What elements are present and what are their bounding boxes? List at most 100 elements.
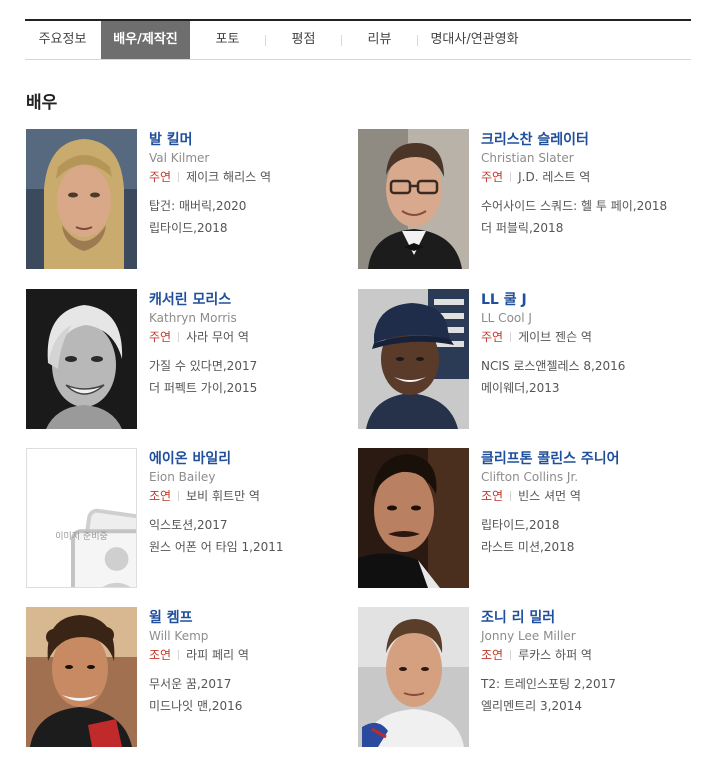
filmography-item[interactable]: 미드나잇 맨,2016 (149, 698, 359, 714)
role-divider (178, 332, 180, 342)
actor-english-name: Jonny Lee Miller (481, 629, 576, 643)
actor-english-name: Val Kilmer (149, 151, 210, 165)
photo-long-hair-man (26, 129, 137, 269)
filmography: 가질 수 있다면,2017 더 퍼펙트 가이,2015 (149, 358, 359, 396)
filmography-item[interactable]: 가질 수 있다면,2017 (149, 358, 359, 374)
actor-card: 이미지 준비중 에이온 바일리 Eion Bailey 조연 보비 휘트만 역 익… (26, 448, 356, 588)
filmography-item[interactable]: 엘리멘트리 3,2014 (481, 698, 691, 714)
role-divider (510, 491, 512, 501)
actor-photo[interactable] (358, 289, 469, 429)
tab-main-info[interactable]: 주요정보 (25, 21, 100, 59)
section-title: 배우 (26, 93, 58, 113)
actor-english-name: Clifton Collins Jr. (481, 470, 579, 484)
role-name: 빈스 셔먼 역 (518, 489, 581, 503)
photo-man-glasses-tuxedo (358, 129, 469, 269)
filmography: 무서운 꿈,2017 미드나잇 맨,2016 (149, 676, 359, 714)
role-name: 게이브 젠슨 역 (518, 330, 592, 344)
tab-cast-crew[interactable]: 배우/제작진 (101, 21, 190, 59)
photo-woman-bw (26, 289, 137, 429)
actor-role: 주연 J.D. 레스트 역 (481, 169, 691, 185)
role-type: 조연 (481, 648, 504, 662)
filmography-item[interactable]: 수어사이드 스쿼드: 헬 투 페이,2018 (481, 198, 691, 214)
tab-rating[interactable]: 평점 (266, 21, 341, 59)
actor-card: 크리스찬 슬레이터 Christian Slater 주연 J.D. 레스트 역 … (358, 129, 688, 269)
role-name: 사라 무어 역 (186, 330, 249, 344)
filmography-item[interactable]: 탑건: 매버릭,2020 (149, 198, 359, 214)
role-divider (510, 332, 512, 342)
actor-photo[interactable] (358, 129, 469, 269)
actor-card: 캐서린 모리스 Kathryn Morris 주연 사라 무어 역 가질 수 있다… (26, 289, 356, 429)
actor-card: 조니 리 밀러 Jonny Lee Miller 조연 루카스 하퍼 역 T2: … (358, 607, 688, 747)
actor-role: 조연 빈스 셔먼 역 (481, 488, 691, 504)
filmography-item[interactable]: 라스트 미션,2018 (481, 539, 691, 555)
actor-photo[interactable] (26, 607, 137, 747)
actor-card: 윌 켐프 Will Kemp 조연 라피 페리 역 무서운 꿈,2017 미드나잇… (26, 607, 356, 747)
filmography-item[interactable]: 더 퍼블릭,2018 (481, 220, 691, 236)
actor-card: 발 킬머 Val Kilmer 주연 제이크 해리스 역 탑건: 매버릭,2020… (26, 129, 356, 269)
photo-man-cap (358, 289, 469, 429)
actor-photo[interactable] (26, 289, 137, 429)
filmography-item[interactable]: 더 퍼펙트 가이,2015 (149, 380, 359, 396)
role-type: 주연 (481, 170, 504, 184)
role-name: 루카스 하퍼 역 (518, 648, 592, 662)
photo-man-mustache (358, 448, 469, 588)
role-type: 조연 (149, 489, 172, 503)
filmography: 수어사이드 스쿼드: 헬 투 페이,2018 더 퍼블릭,2018 (481, 198, 691, 236)
role-divider (178, 172, 180, 182)
actor-name[interactable]: 에이온 바일리 (149, 450, 231, 468)
photo-man-short-hair (358, 607, 469, 747)
role-type: 주연 (149, 330, 172, 344)
filmography-item[interactable]: 무서운 꿈,2017 (149, 676, 359, 692)
tab-review[interactable]: 리뷰 (342, 21, 417, 59)
actor-name[interactable]: 조니 리 밀러 (481, 609, 555, 627)
actor-photo[interactable] (358, 607, 469, 747)
filmography-item[interactable]: T2: 트레인스포팅 2,2017 (481, 676, 691, 692)
actor-role: 주연 제이크 해리스 역 (149, 169, 359, 185)
placeholder-text: 이미지 준비중 (55, 532, 108, 542)
role-name: 라피 페리 역 (186, 648, 249, 662)
photo-man-curly-hair (26, 607, 137, 747)
filmography-item[interactable]: 립타이드,2018 (149, 220, 359, 236)
actor-english-name: Christian Slater (481, 151, 574, 165)
role-type: 조연 (481, 489, 504, 503)
actor-english-name: Kathryn Morris (149, 311, 237, 325)
tab-quotes-related[interactable]: 명대사/연관영화 (418, 21, 531, 59)
filmography: NCIS 로스앤젤레스 8,2016 메이웨더,2013 (481, 358, 691, 396)
role-divider (178, 491, 180, 501)
tab-photo[interactable]: 포토 (190, 21, 265, 59)
filmography-item[interactable]: 익스토션,2017 (149, 517, 359, 533)
actor-role: 조연 라피 페리 역 (149, 647, 359, 663)
actor-photo-placeholder[interactable]: 이미지 준비중 (26, 448, 137, 588)
role-divider (510, 172, 512, 182)
actor-english-name: LL Cool J (481, 311, 532, 325)
filmography-item[interactable]: 메이웨더,2013 (481, 380, 691, 396)
actor-photo[interactable] (358, 448, 469, 588)
actor-photo[interactable] (26, 129, 137, 269)
actor-name[interactable]: LL 쿨 J (481, 291, 527, 309)
actor-name[interactable]: 캐서린 모리스 (149, 291, 231, 309)
filmography: T2: 트레인스포팅 2,2017 엘리멘트리 3,2014 (481, 676, 691, 714)
filmography: 립타이드,2018 라스트 미션,2018 (481, 517, 691, 555)
actor-name[interactable]: 윌 켐프 (149, 609, 193, 627)
role-type: 주연 (481, 330, 504, 344)
role-type: 주연 (149, 170, 172, 184)
actor-role: 조연 루카스 하퍼 역 (481, 647, 691, 663)
actor-role: 주연 사라 무어 역 (149, 329, 359, 345)
actor-english-name: Eion Bailey (149, 470, 216, 484)
actor-role: 주연 게이브 젠슨 역 (481, 329, 691, 345)
role-name: 제이크 해리스 역 (186, 170, 272, 184)
role-divider (178, 650, 180, 660)
actor-name[interactable]: 크리스찬 슬레이터 (481, 131, 589, 149)
actor-name[interactable]: 발 킬머 (149, 131, 193, 149)
filmography-item[interactable]: 원스 어폰 어 타임 1,2011 (149, 539, 359, 555)
actor-role: 조연 보비 휘트만 역 (149, 488, 359, 504)
actor-name[interactable]: 클리프톤 콜린스 주니어 (481, 450, 620, 468)
filmography-item[interactable]: 립타이드,2018 (481, 517, 691, 533)
filmography-item[interactable]: NCIS 로스앤젤레스 8,2016 (481, 358, 691, 374)
role-type: 조연 (149, 648, 172, 662)
role-divider (510, 650, 512, 660)
filmography: 익스토션,2017 원스 어폰 어 타임 1,2011 (149, 517, 359, 555)
role-name: 보비 휘트만 역 (186, 489, 260, 503)
tab-bar: 주요정보 배우/제작진 포토 평점 리뷰 명대사/연관영화 (25, 19, 691, 60)
actor-english-name: Will Kemp (149, 629, 209, 643)
